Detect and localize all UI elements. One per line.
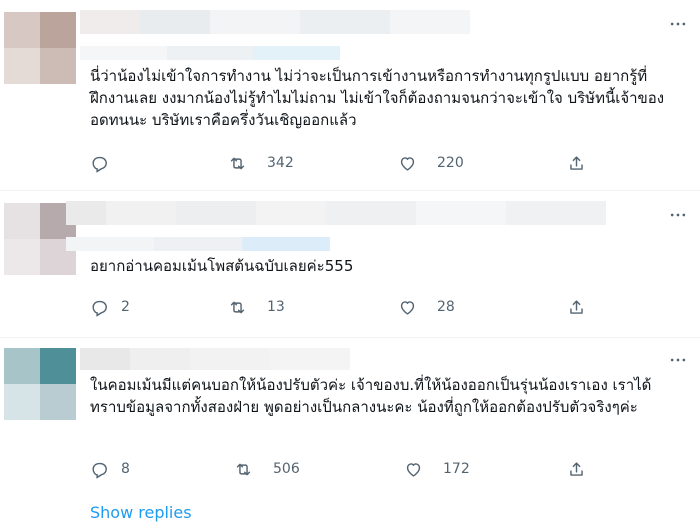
reply-button[interactable]: 2 bbox=[90, 296, 130, 318]
retweet-button[interactable]: 13 bbox=[228, 296, 285, 318]
retweet-count: 342 bbox=[267, 155, 294, 171]
retweet-icon bbox=[230, 301, 245, 313]
more-button[interactable] bbox=[668, 14, 688, 34]
retweet-button[interactable]: 506 bbox=[234, 458, 300, 480]
handle-blurred bbox=[80, 46, 341, 60]
handle-blurred bbox=[66, 237, 330, 251]
share-icon bbox=[570, 299, 583, 314]
username-blurred[interactable] bbox=[80, 10, 470, 34]
avatar[interactable] bbox=[4, 12, 76, 84]
share-button[interactable] bbox=[567, 296, 586, 318]
retweet-button[interactable]: 342 bbox=[228, 152, 294, 174]
more-icon bbox=[670, 22, 686, 26]
username-blurred[interactable] bbox=[66, 201, 606, 225]
retweet-count: 13 bbox=[267, 299, 285, 315]
tweet-text: อยากอ่านคอมเม้นโพสต้นฉบับเลยค่ะ555 bbox=[90, 257, 354, 275]
reply-icon bbox=[92, 156, 107, 173]
reply-icon bbox=[92, 462, 107, 479]
like-count: 172 bbox=[443, 461, 470, 477]
heart-icon bbox=[400, 300, 415, 315]
tweet-3[interactable]: ในคอมเม้นมีแต่คนบอกให้น้องปรับตัวค่ะ เจ้… bbox=[0, 338, 700, 492]
share-button[interactable] bbox=[567, 152, 586, 174]
reply-button[interactable] bbox=[90, 152, 129, 174]
share-icon bbox=[570, 155, 583, 170]
like-count: 28 bbox=[437, 299, 455, 315]
reply-count: 8 bbox=[121, 461, 130, 477]
reply-button[interactable]: 8 bbox=[90, 458, 130, 480]
heart-icon bbox=[406, 462, 421, 477]
retweet-count: 506 bbox=[273, 461, 300, 477]
tweet-2[interactable]: อยากอ่านคอมเม้นโพสต้นฉบับเลยค่ะ555 2 13 … bbox=[0, 191, 700, 337]
username-blurred[interactable] bbox=[80, 348, 350, 370]
avatar[interactable] bbox=[4, 348, 76, 420]
like-button[interactable]: 220 bbox=[398, 152, 464, 174]
heart-icon bbox=[400, 156, 415, 171]
like-count: 220 bbox=[437, 155, 464, 171]
retweet-icon bbox=[236, 463, 251, 475]
like-button[interactable]: 28 bbox=[398, 296, 455, 318]
tweet-actions: 8 506 172 bbox=[90, 458, 600, 480]
tweet-text: นี่ว่าน้องไม่เข้าใจการทำงาน ไม่ว่าจะเป็น… bbox=[90, 67, 665, 129]
tweet-text: ในคอมเม้นมีแต่คนบอกให้น้องปรับตัวค่ะ เจ้… bbox=[90, 376, 652, 416]
share-button[interactable] bbox=[567, 458, 586, 480]
show-replies-link[interactable]: Show replies bbox=[90, 503, 192, 522]
tweet-actions: 342 220 bbox=[90, 152, 600, 174]
more-icon bbox=[670, 213, 686, 217]
more-icon bbox=[670, 358, 686, 362]
tweet-actions: 2 13 28 bbox=[90, 296, 600, 318]
reply-count: 2 bbox=[121, 299, 130, 315]
like-button[interactable]: 172 bbox=[404, 458, 470, 480]
retweet-icon bbox=[230, 157, 245, 169]
share-icon bbox=[570, 461, 583, 476]
tweet-1[interactable]: นี่ว่าน้องไม่เข้าใจการทำงาน ไม่ว่าจะเป็น… bbox=[0, 0, 700, 190]
reply-icon bbox=[92, 300, 107, 317]
more-button[interactable] bbox=[668, 205, 688, 225]
more-button[interactable] bbox=[668, 350, 688, 370]
